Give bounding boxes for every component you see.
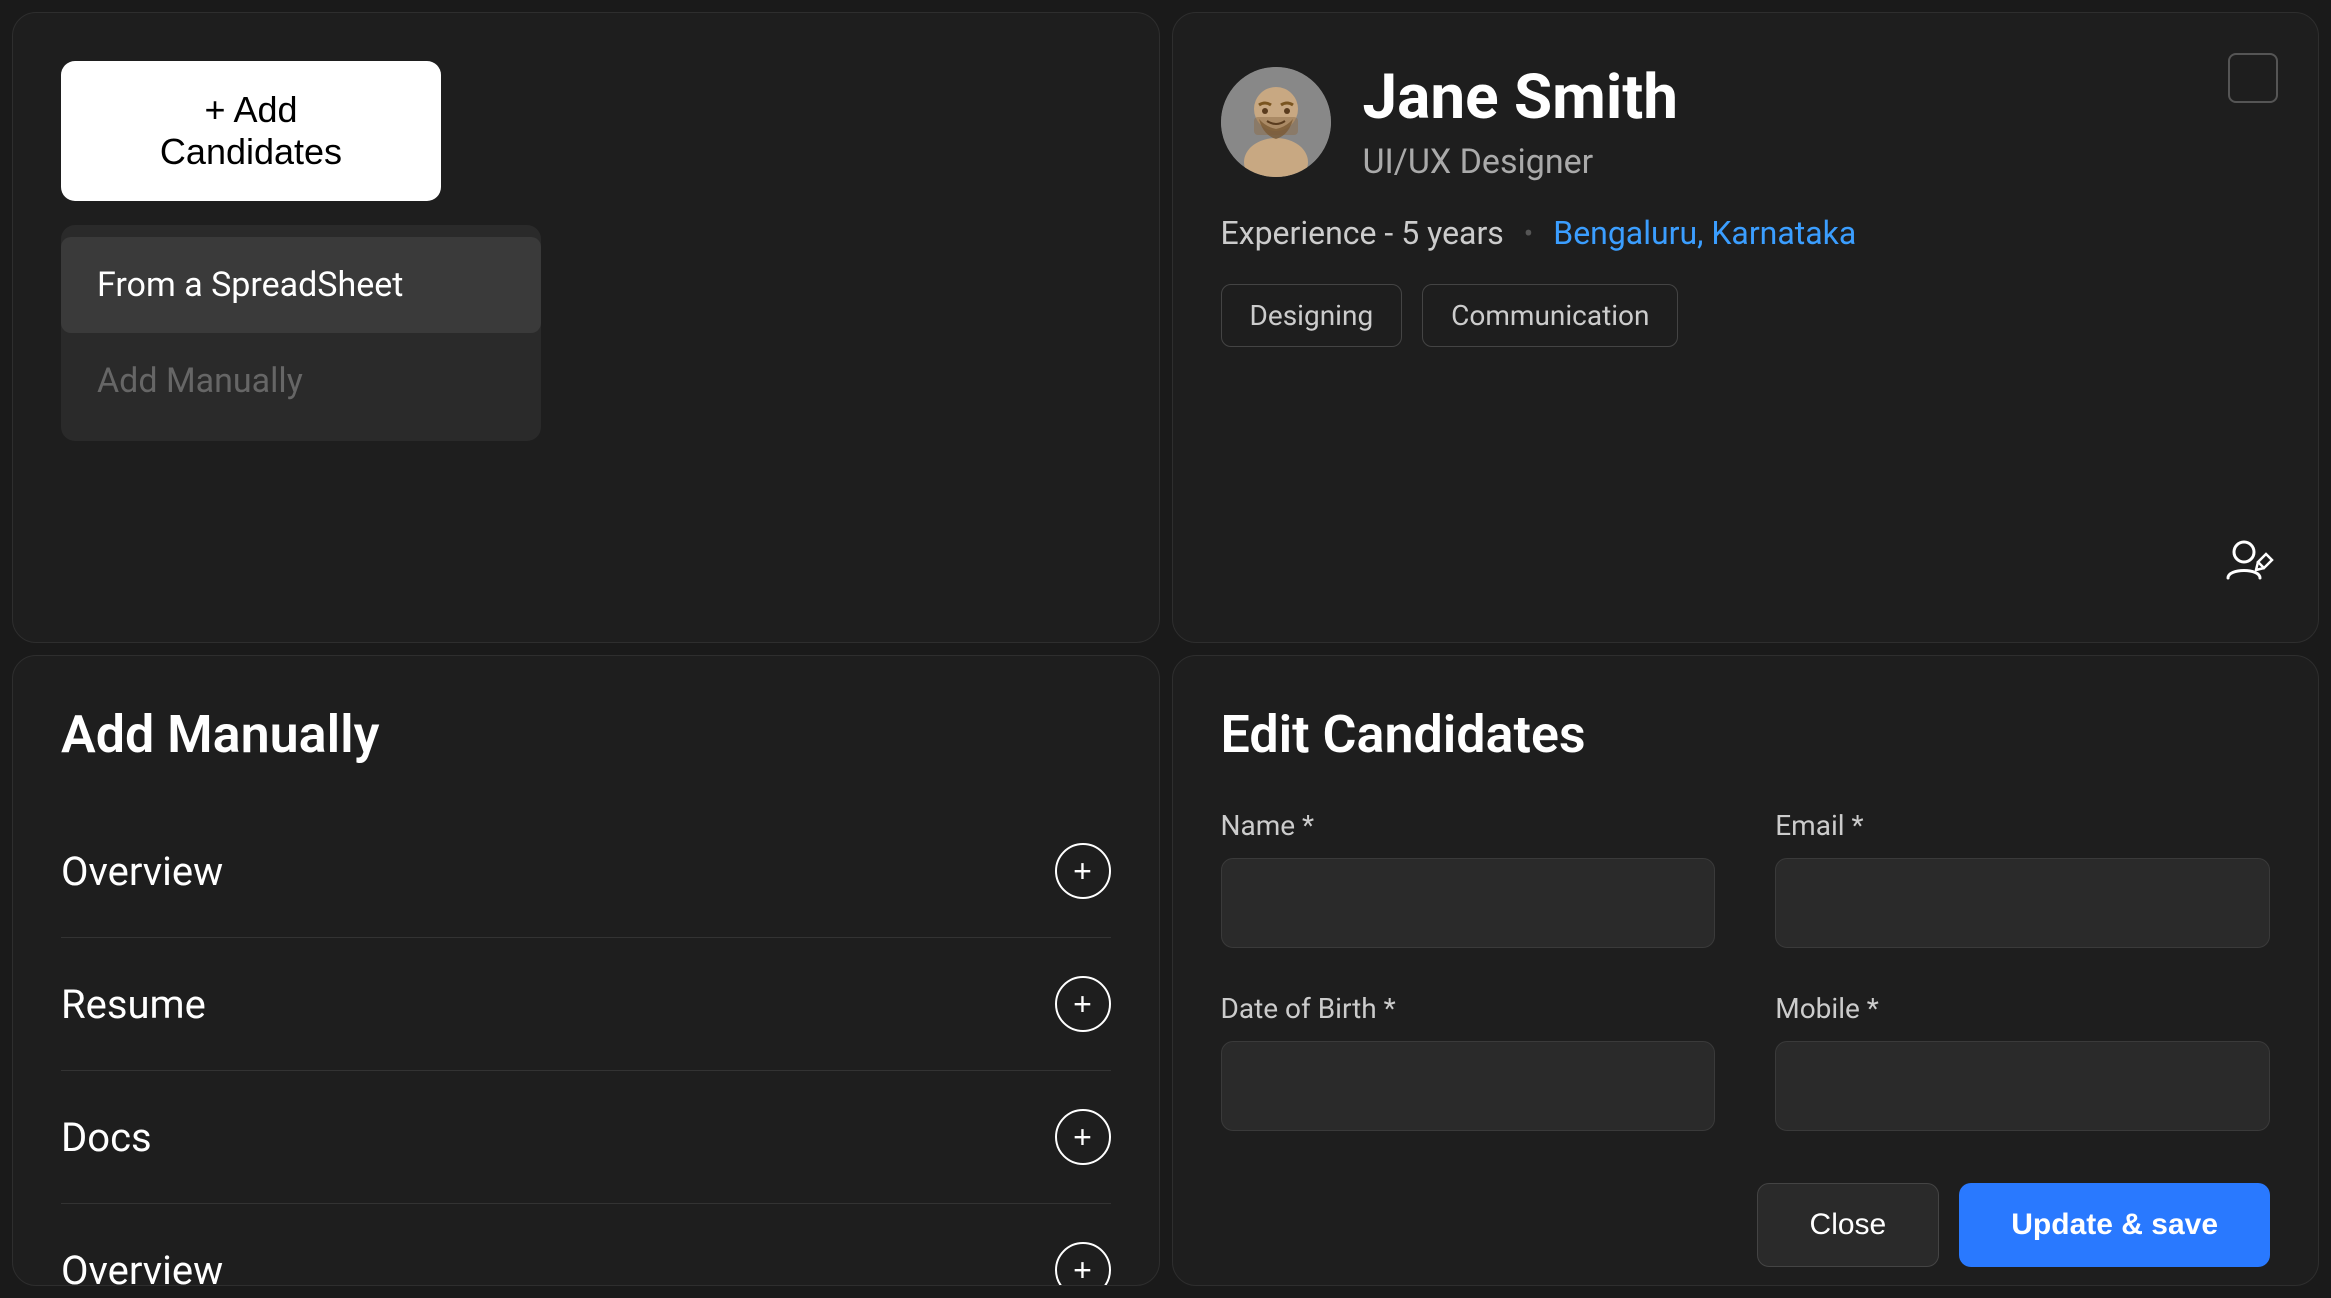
edit-form: Name * Email * Date of Birth * Mobile * [1221,809,2271,1131]
overview-1-expand[interactable]: + [1055,843,1111,899]
update-save-button[interactable]: Update & save [1959,1183,2270,1267]
mobile-input[interactable] [1775,1041,2270,1131]
add-candidates-button[interactable]: + Add Candidates [61,61,441,201]
add-manually-panel: Add Manually Overview + Resume + Docs + … [12,655,1160,1286]
top-left-panel: + Add Candidates From a SpreadSheet Add … [12,12,1160,643]
skill-designing: Designing [1221,284,1403,347]
separator-dot: • [1524,217,1533,250]
skill-communication: Communication [1422,284,1678,347]
overview-section-2[interactable]: Overview + [61,1204,1111,1286]
resume-expand[interactable]: + [1055,976,1111,1032]
select-checkbox[interactable] [2228,53,2278,103]
dob-label: Date of Birth * [1221,992,1716,1025]
form-actions: Close Update & save [1221,1183,2271,1267]
name-label: Name * [1221,809,1716,842]
name-input[interactable] [1221,858,1716,948]
mobile-label: Mobile * [1775,992,2270,1025]
docs-label: Docs [61,1114,152,1161]
docs-section[interactable]: Docs + [61,1071,1111,1204]
docs-expand[interactable]: + [1055,1109,1111,1165]
edit-candidates-title: Edit Candidates [1221,704,2271,765]
edit-candidate-button[interactable] [2222,534,2278,602]
manual-option[interactable]: Add Manually [61,333,541,429]
email-label: Email * [1775,809,2270,842]
candidate-header: Jane Smith UI/UX Designer [1221,61,2271,182]
experience-text: Experience - 5 years [1221,214,1504,252]
overview-2-label: Overview [61,1247,223,1287]
candidate-name: Jane Smith [1363,61,1678,134]
mobile-field-group: Mobile * [1775,992,2270,1131]
location-text: Bengaluru, Karnataka [1553,214,1856,252]
resume-label: Resume [61,981,206,1028]
close-button[interactable]: Close [1757,1183,1940,1267]
candidate-title: UI/UX Designer [1363,142,1678,182]
candidate-info: Jane Smith UI/UX Designer [1363,61,1678,182]
dob-field-group: Date of Birth * [1221,992,1716,1131]
add-manually-title: Add Manually [61,704,1111,765]
overview-1-label: Overview [61,848,223,895]
skills-container: Designing Communication [1221,284,2271,347]
avatar [1221,67,1331,177]
email-input[interactable] [1775,858,2270,948]
add-candidates-dropdown: From a SpreadSheet Add Manually [61,225,541,441]
edit-candidates-panel: Edit Candidates Name * Email * Date of B… [1172,655,2320,1286]
spreadsheet-option[interactable]: From a SpreadSheet [61,237,541,333]
candidate-profile-panel: Jane Smith UI/UX Designer Experience - 5… [1172,12,2320,643]
candidate-meta: Experience - 5 years • Bengaluru, Karnat… [1221,214,2271,252]
overview-2-expand[interactable]: + [1055,1242,1111,1286]
resume-section[interactable]: Resume + [61,938,1111,1071]
dob-input[interactable] [1221,1041,1716,1131]
email-field-group: Email * [1775,809,2270,948]
name-field-group: Name * [1221,809,1716,948]
overview-section-1[interactable]: Overview + [61,805,1111,938]
